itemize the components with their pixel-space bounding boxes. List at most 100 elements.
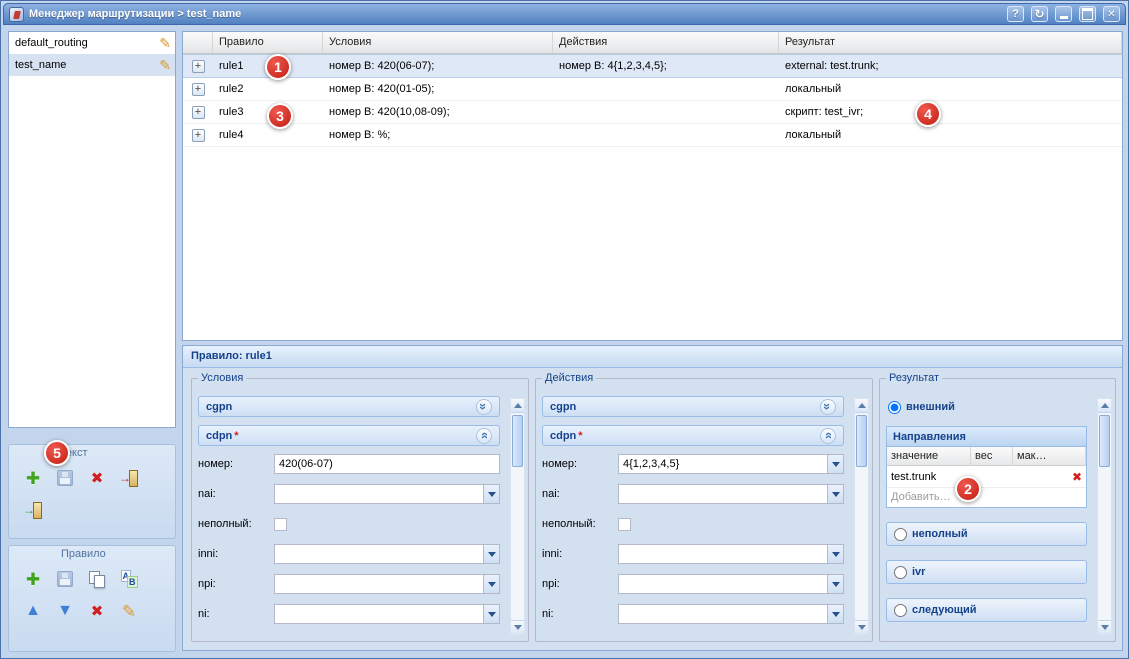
routing-item-default-routing[interactable]: default_routing [9,32,175,54]
conditions-npi-input[interactable] [274,574,483,594]
delete-rule-button[interactable] [81,596,113,626]
result-radio-external[interactable]: внешний [888,398,1109,416]
collapse-panel-button[interactable] [820,428,836,444]
actions-incomplete-checkbox[interactable] [618,518,631,531]
row-expand-button[interactable] [192,83,205,96]
nai-field-label: nai: [198,488,274,500]
dropdown-trigger[interactable] [827,454,844,474]
actions-ni-input[interactable] [618,604,827,624]
actions-inni-input[interactable] [618,544,827,564]
table-row-rule3[interactable]: rule3 номер B: 420(10,08-09); скрипт: te… [183,101,1122,124]
conditions-scrollbar[interactable] [510,398,525,635]
collapse-panel-button[interactable] [476,428,492,444]
minimize-button[interactable] [1055,6,1072,22]
column-header-max[interactable]: мак… [1013,447,1086,465]
column-header-rule[interactable]: Правило [213,32,323,53]
delete-direction-button[interactable] [1068,470,1086,484]
radio-input[interactable] [894,604,907,617]
plus-icon [26,571,40,588]
actions-scrollbar[interactable] [854,398,869,635]
import-text-button[interactable] [17,495,49,525]
dropdown-trigger[interactable] [483,574,500,594]
save-rule-button[interactable] [49,564,81,594]
scrollbar-up-button[interactable] [855,399,868,413]
add-rule-button[interactable] [17,564,49,594]
scrollbar-up-button[interactable] [511,399,524,413]
table-row-rule1[interactable]: rule1 номер B: 420(06-07); номер B: 4{1,… [183,54,1122,78]
row-expand-button[interactable] [192,106,205,119]
conditions-nai-input[interactable] [274,484,483,504]
conditions-number-input[interactable] [274,454,500,474]
actions-npi-input[interactable] [618,574,827,594]
radio-label: ivr [912,566,925,578]
add-direction-row[interactable]: Добавить… [887,488,1086,507]
result-radio-ivr[interactable]: ivr [886,560,1087,584]
radio-input[interactable] [894,566,907,579]
dropdown-trigger[interactable] [483,604,500,624]
export-text-button[interactable] [113,463,145,493]
scrollbar-down-button[interactable] [855,620,868,634]
scrollbar-down-button[interactable] [1098,620,1111,634]
move-down-button[interactable] [49,596,81,626]
conditions-ni-input[interactable] [274,604,483,624]
add-text-button[interactable] [17,463,49,493]
cell-result: локальный [779,129,1122,141]
copy-rule-button[interactable] [81,564,113,594]
scrollbar-thumb[interactable] [856,415,867,467]
radio-input[interactable] [888,401,901,414]
row-expand-button[interactable] [192,129,205,142]
import-icon [24,502,42,518]
conditions-inni-input[interactable] [274,544,483,564]
cell-result: локальный [779,83,1122,95]
scrollbar-up-button[interactable] [1098,399,1111,413]
edit-pencil-icon[interactable] [159,58,171,73]
move-up-button[interactable] [17,596,49,626]
column-header-actions[interactable]: Действия [553,32,779,53]
cell-conditions: номер B: 420(10,08-09); [323,106,553,118]
result-scrollbar[interactable] [1097,398,1112,635]
result-radio-incomplete[interactable]: неполный [886,522,1087,546]
column-header-conditions[interactable]: Условия [323,32,553,53]
cell-actions: номер B: 4{1,2,3,4,5}; [553,60,779,72]
dropdown-trigger[interactable] [827,574,844,594]
dropdown-trigger[interactable] [483,484,500,504]
refresh-button[interactable] [1031,6,1048,22]
edit-rule-button[interactable] [113,596,145,626]
table-row-rule2[interactable]: rule2 номер B: 420(01-05); локальный [183,78,1122,101]
maximize-button[interactable] [1079,6,1096,22]
help-button[interactable] [1007,6,1024,22]
actions-number-input[interactable] [618,454,827,474]
actions-cdpn-header[interactable]: cdpn * [542,425,844,446]
row-expand-button[interactable] [192,60,205,73]
scrollbar-thumb[interactable] [512,415,523,467]
conditions-cdpn-header[interactable]: cdpn * [198,425,500,446]
dropdown-trigger[interactable] [827,604,844,624]
table-row-rule4[interactable]: rule4 номер B: %; локальный [183,124,1122,147]
delete-text-button[interactable] [81,463,113,493]
column-header-value[interactable]: значение [887,447,971,465]
radio-input[interactable] [894,528,907,541]
scrollbar-thumb[interactable] [1099,415,1110,467]
routing-item-test-name[interactable]: test_name [9,54,175,76]
column-header-weight[interactable]: вес [971,447,1013,465]
close-button[interactable] [1103,6,1120,22]
result-radio-next[interactable]: следующий [886,598,1087,622]
expand-panel-button[interactable] [820,399,836,415]
scrollbar-down-button[interactable] [511,620,524,634]
dropdown-trigger[interactable] [483,544,500,564]
result-legend: Результат [886,372,942,384]
actions-cgpn-header[interactable]: cgpn [542,396,844,417]
actions-nai-input[interactable] [618,484,827,504]
conditions-incomplete-checkbox[interactable] [274,518,287,531]
pencil-icon [122,603,136,620]
conditions-cgpn-header[interactable]: cgpn [198,396,500,417]
column-header-result[interactable]: Результат [779,32,1122,53]
direction-row-test-trunk[interactable]: test.trunk [887,466,1086,488]
edit-pencil-icon[interactable] [159,36,171,51]
save-text-button[interactable] [49,463,81,493]
expand-panel-button[interactable] [476,399,492,415]
dropdown-trigger[interactable] [827,484,844,504]
rename-rule-button[interactable] [113,564,145,594]
dropdown-trigger[interactable] [827,544,844,564]
actions-legend: Действия [542,372,596,384]
